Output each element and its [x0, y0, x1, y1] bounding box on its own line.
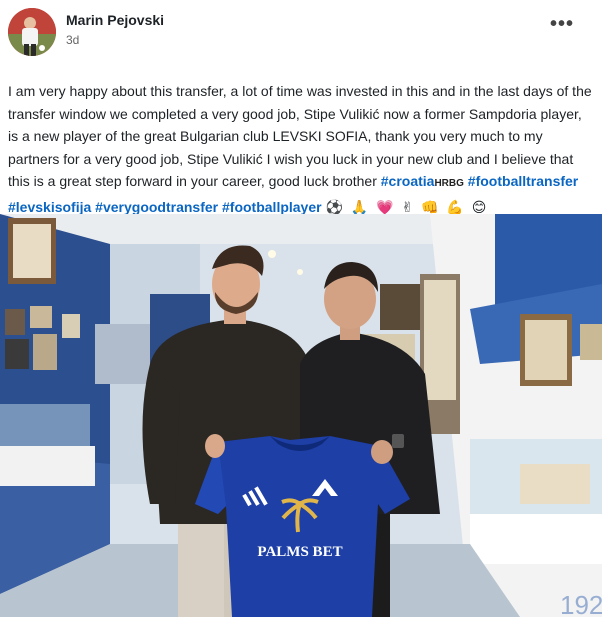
post-header: Marin Pejovski 3d •••: [0, 0, 602, 70]
svg-text:1926: 1926: [560, 590, 602, 617]
post-photo[interactable]: 1926: [0, 214, 602, 617]
hashtag-verygoodtransfer[interactable]: #verygoodtransfer: [95, 199, 218, 215]
post-time: 3d: [66, 33, 80, 47]
author-name[interactable]: Marin Pejovski: [66, 12, 164, 28]
flag-text: HRBG: [434, 178, 464, 189]
post-text: I am very happy about this transfer, a l…: [8, 80, 594, 218]
hashtag-footballtransfer[interactable]: #footballtransfer: [468, 173, 578, 189]
social-post: Marin Pejovski 3d ••• I am very happy ab…: [0, 0, 602, 617]
more-options-button[interactable]: •••: [550, 14, 574, 34]
hashtag-croatia[interactable]: #croatia: [381, 173, 435, 189]
emoji-row: ⚽ 🙏 💗 ✌ 👊 💪 😊: [325, 198, 489, 215]
hashtag-levskisofija[interactable]: #levskisofija: [8, 199, 91, 215]
jersey-sponsor-text: PALMS BET: [257, 544, 342, 560]
hashtag-footballplayer[interactable]: #footballplayer: [222, 199, 322, 215]
photo-illustration: 1926: [0, 214, 602, 617]
avatar[interactable]: [8, 8, 56, 56]
